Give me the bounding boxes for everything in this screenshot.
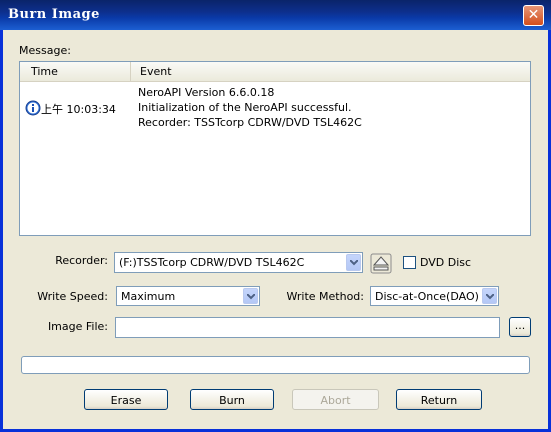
close-icon: ✕: [527, 7, 540, 23]
abort-label: Abort: [320, 394, 351, 407]
return-label: Return: [420, 394, 458, 407]
erase-label: Erase: [110, 394, 142, 407]
chevron-down-icon[interactable]: [346, 254, 361, 271]
list-item-time[interactable]: 上午 10:03:34: [41, 101, 116, 117]
list-item[interactable]: Recorder: TSSTcorp CDRW/DVD TSL462C: [138, 116, 362, 129]
recorder-label: Recorder:: [55, 254, 108, 267]
write-speed-label: Write Speed:: [37, 290, 108, 303]
write-method-label: Write Method:: [286, 290, 365, 303]
write-method-select[interactable]: Disc-at-Once(DAO): [370, 286, 499, 306]
image-file-input[interactable]: [115, 317, 500, 338]
write-speed-value: Maximum: [121, 290, 176, 303]
chevron-down-icon[interactable]: [243, 288, 258, 304]
image-file-label: Image File:: [47, 320, 108, 333]
list-item[interactable]: Initialization of the NeroAPI successful…: [138, 101, 352, 114]
close-button[interactable]: ✕: [523, 5, 544, 26]
erase-button[interactable]: Erase: [84, 389, 168, 410]
recorder-value: (F:)TSSTcorp CDRW/DVD TSL462C: [119, 256, 305, 269]
burn-button[interactable]: Burn: [190, 389, 274, 410]
column-header-event[interactable]: Event: [131, 62, 530, 81]
dvd-disc-label[interactable]: DVD Disc: [420, 256, 471, 269]
title-bar: Burn Image ✕: [0, 0, 551, 30]
dvd-disc-checkbox[interactable]: [403, 256, 416, 269]
chevron-down-icon[interactable]: [482, 288, 497, 304]
write-speed-select[interactable]: Maximum: [116, 286, 260, 306]
burn-label: Burn: [219, 394, 245, 407]
message-label: Message:: [19, 44, 71, 57]
list-item[interactable]: NeroAPI Version 6.6.0.18: [138, 86, 274, 99]
window-title: Burn Image: [8, 7, 100, 22]
column-header-time[interactable]: Time: [20, 62, 131, 81]
progress-bar: [21, 356, 530, 374]
return-button[interactable]: Return: [396, 389, 482, 410]
eject-icon: [370, 253, 392, 274]
recorder-select[interactable]: (F:)TSSTcorp CDRW/DVD TSL462C: [114, 252, 363, 273]
info-icon: [25, 100, 41, 116]
list-header: Time Event: [20, 62, 530, 82]
eject-button[interactable]: [370, 253, 392, 274]
abort-button[interactable]: Abort: [292, 389, 379, 410]
browse-button[interactable]: ...: [509, 317, 531, 337]
message-list[interactable]: Time Event NeroAPI Version 6.6.0.18 上午 1…: [19, 61, 531, 236]
write-method-value: Disc-at-Once(DAO): [375, 290, 479, 303]
